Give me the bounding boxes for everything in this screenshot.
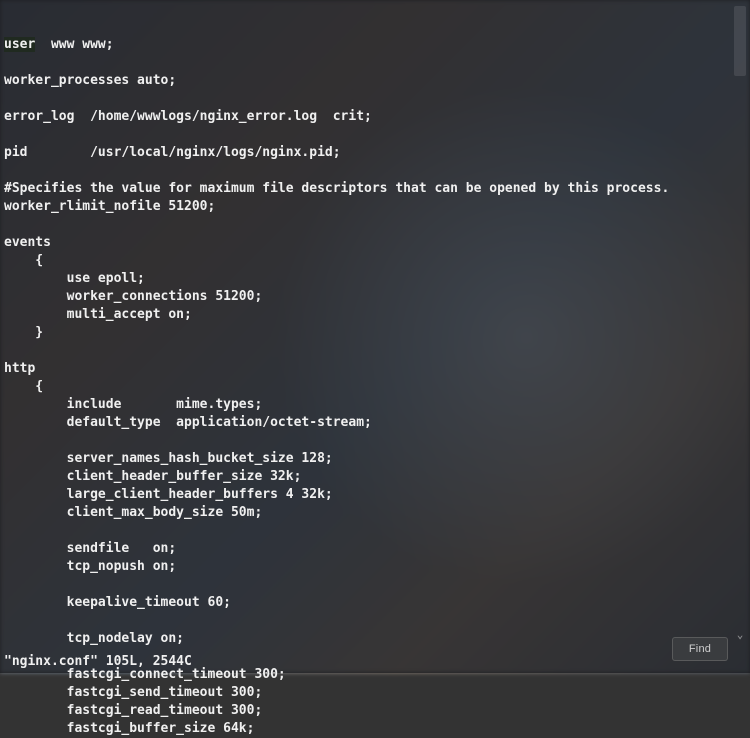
code-line: worker_processes auto; bbox=[4, 72, 746, 90]
code-line: fastcgi_send_timeout 300; bbox=[4, 684, 746, 702]
code-line: worker_rlimit_nofile 51200; bbox=[4, 198, 746, 216]
code-line bbox=[4, 432, 746, 450]
find-button-label: Find bbox=[689, 640, 711, 658]
find-button[interactable]: Find bbox=[672, 637, 728, 661]
code-line: user www www; bbox=[4, 36, 746, 54]
code-line: fastcgi_read_timeout 300; bbox=[4, 702, 746, 720]
code-line: #Specifies the value for maximum file de… bbox=[4, 180, 746, 198]
code-line bbox=[4, 90, 746, 108]
terminal-viewport[interactable]: user www www; worker_processes auto; err… bbox=[0, 0, 750, 673]
code-line bbox=[4, 342, 746, 360]
code-line: use epoll; bbox=[4, 270, 746, 288]
status-text: "nginx.conf" 105L, 2544C bbox=[4, 654, 192, 669]
code-line: server_names_hash_bucket_size 128; bbox=[4, 450, 746, 468]
code-line: } bbox=[4, 324, 746, 342]
scrollbar-thumb[interactable] bbox=[734, 6, 746, 76]
code-line: sendfile on; bbox=[4, 540, 746, 558]
vim-status-line: "nginx.conf" 105L, 2544C bbox=[4, 653, 192, 671]
file-content: user www www; worker_processes auto; err… bbox=[4, 36, 746, 738]
code-line: default_type application/octet-stream; bbox=[4, 414, 746, 432]
code-line: fastcgi_buffer_size 64k; bbox=[4, 720, 746, 738]
vertical-scrollbar[interactable]: ⌄ bbox=[732, 6, 748, 643]
code-line: pid /usr/local/nginx/logs/nginx.pid; bbox=[4, 144, 746, 162]
code-line: tcp_nodelay on; bbox=[4, 630, 746, 648]
code-line bbox=[4, 612, 746, 630]
scroll-down-icon[interactable]: ⌄ bbox=[732, 627, 748, 643]
code-line bbox=[4, 162, 746, 180]
code-line: http bbox=[4, 360, 746, 378]
code-line: client_max_body_size 50m; bbox=[4, 504, 746, 522]
code-line bbox=[4, 216, 746, 234]
code-line: keepalive_timeout 60; bbox=[4, 594, 746, 612]
code-line: { bbox=[4, 252, 746, 270]
code-line: worker_connections 51200; bbox=[4, 288, 746, 306]
code-line: large_client_header_buffers 4 32k; bbox=[4, 486, 746, 504]
code-line bbox=[4, 522, 746, 540]
code-line: events bbox=[4, 234, 746, 252]
code-line bbox=[4, 126, 746, 144]
code-line bbox=[4, 576, 746, 594]
code-line: error_log /home/wwwlogs/nginx_error.log … bbox=[4, 108, 746, 126]
code-line: { bbox=[4, 378, 746, 396]
code-line: tcp_nopush on; bbox=[4, 558, 746, 576]
code-line: multi_accept on; bbox=[4, 306, 746, 324]
code-line bbox=[4, 54, 746, 72]
code-line: include mime.types; bbox=[4, 396, 746, 414]
code-line: client_header_buffer_size 32k; bbox=[4, 468, 746, 486]
